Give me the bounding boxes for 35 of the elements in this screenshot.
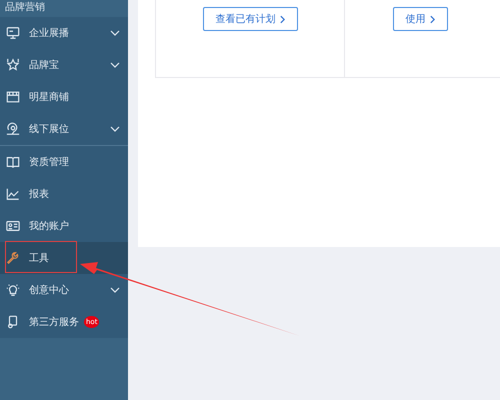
shop-icon [6,90,20,104]
highlight-frame [5,241,77,273]
item-label: 创意中心 [29,284,69,297]
section-title: 品牌营销 [4,0,46,15]
sidebar-item[interactable]: 线下展位 [0,113,128,145]
item-label: 品牌宝 [29,58,59,72]
book-icon [6,155,20,169]
sidebar-item[interactable]: 工具 [0,242,128,274]
item-label: 明星商铺 [29,90,69,104]
sidebar-item[interactable]: 我的账户 [0,210,128,242]
card-button[interactable]: 查看已有计划 [202,7,298,31]
sidebar-item[interactable]: 企业展播 [0,17,128,49]
sidebar-item[interactable]: 资质管理 [0,146,128,178]
screen-icon [6,26,20,40]
bulb-icon [6,283,20,297]
item-label: 工具 [29,252,49,265]
item-label: 企业展播 [29,26,69,40]
item-label: 我的账户 [29,220,69,233]
card-button[interactable]: 使用 [392,7,448,31]
chevron-right-icon [280,14,284,24]
chart-icon [6,187,20,201]
item-label: 资质管理 [29,156,69,169]
idcard-icon [6,219,20,233]
item-label: 报表 [29,188,49,201]
sidebar-item[interactable]: 品牌宝 [0,49,128,81]
sidebar-item[interactable]: 创意中心 [0,274,128,306]
sidebar-item[interactable]: 报表 [0,178,128,210]
chevron-right-icon [430,14,434,24]
phone-icon [6,315,20,329]
wrench-icon [6,251,20,265]
sidebar-item[interactable]: 明星商铺 [0,81,128,113]
item-label: 线下展位 [29,122,69,136]
pin-icon [6,122,20,136]
item-label: 第三方服务 [29,316,79,329]
star-icon [6,58,20,72]
